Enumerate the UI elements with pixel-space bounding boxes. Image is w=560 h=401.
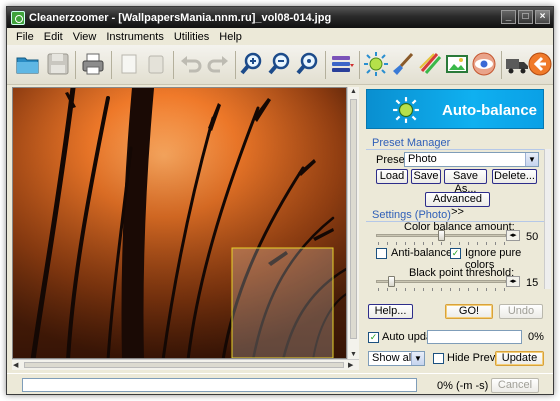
preset-manager-title: Preset Manager xyxy=(372,137,451,149)
eye-icon[interactable] xyxy=(471,51,497,77)
paste-icon[interactable] xyxy=(143,51,169,77)
slider-ticks xyxy=(378,242,506,245)
title-bar[interactable]: Cleanerzoomer - [WallpapersMania.nnm.ru]… xyxy=(7,7,553,28)
minimize-button[interactable]: _ xyxy=(501,10,516,24)
pens-icon[interactable] xyxy=(417,51,443,77)
scroll-left-icon[interactable]: ◀ xyxy=(13,361,18,369)
slider-ticks xyxy=(378,288,506,291)
settings-title: Settings (Photo) xyxy=(372,209,451,221)
menu-help[interactable]: Help xyxy=(214,31,247,43)
show-value: Show all xyxy=(372,352,414,364)
toolbar-separator xyxy=(501,51,502,79)
window-title: Cleanerzoomer - [WallpapersMania.nnm.ru]… xyxy=(29,11,332,24)
image-vertical-scrollbar[interactable]: ▲ ▼ xyxy=(347,87,359,359)
image-horizontal-scrollbar[interactable]: ◀ ▶ xyxy=(12,359,359,370)
menu-instruments[interactable]: Instruments xyxy=(101,31,168,43)
open-folder-icon[interactable] xyxy=(15,51,41,77)
cancel-button[interactable]: Cancel xyxy=(491,378,539,393)
horizontal-scroll-thumb[interactable] xyxy=(24,362,344,368)
picture-icon[interactable] xyxy=(444,51,470,77)
auto-update-progress xyxy=(427,330,522,344)
back-arrow-icon[interactable] xyxy=(527,51,553,77)
color-balance-spinner[interactable]: ◂▸ xyxy=(506,230,520,241)
update-button[interactable]: Update xyxy=(495,351,544,366)
load-button[interactable]: Load xyxy=(376,169,408,184)
delete-button[interactable]: Delete... xyxy=(492,169,537,184)
save-preset-button[interactable]: Save xyxy=(411,169,441,184)
status-progress-bar xyxy=(22,378,417,392)
hide-preview-checkbox[interactable] xyxy=(433,353,444,364)
black-point-value: 15 xyxy=(526,277,539,289)
auto-balance-icon xyxy=(393,97,419,123)
auto-update-checkbox[interactable]: ✓ xyxy=(368,332,379,343)
preset-dropdown[interactable]: Photo ▼ xyxy=(404,152,539,167)
color-balance-value: 50 xyxy=(526,231,539,243)
toolbar-separator xyxy=(75,51,76,79)
chevron-down-icon[interactable]: ▼ xyxy=(411,352,424,365)
scroll-down-icon[interactable]: ▼ xyxy=(350,351,357,358)
color-balance-slider-thumb[interactable] xyxy=(437,230,445,241)
color-balance-label: Color balance amount: xyxy=(404,221,515,233)
image-canvas[interactable] xyxy=(12,87,347,359)
print-icon[interactable] xyxy=(80,51,106,77)
toolbar xyxy=(7,45,553,85)
photo-preview xyxy=(13,88,346,358)
app-window: Cleanerzoomer - [WallpapersMania.nnm.ru]… xyxy=(6,6,554,395)
toolbar-separator xyxy=(235,51,236,79)
anti-balance-checkbox[interactable] xyxy=(376,248,387,259)
show-dropdown[interactable]: Show all ▼ xyxy=(368,351,425,366)
toolbar-separator xyxy=(325,51,326,79)
toolbar-separator xyxy=(359,51,360,79)
banner-title: Auto-balance xyxy=(442,102,538,119)
black-point-spinner[interactable]: ◂▸ xyxy=(506,276,520,287)
zoom-in-icon[interactable] xyxy=(239,51,265,77)
window-controls: _ □ × xyxy=(501,10,550,24)
save-icon[interactable] xyxy=(45,51,71,77)
advanced-button[interactable]: Advanced >> xyxy=(425,192,490,218)
save-as-button[interactable]: Save As... xyxy=(444,169,487,195)
app-logo-icon xyxy=(11,10,25,25)
zoom-out-icon[interactable] xyxy=(267,51,293,77)
ignore-pure-colors-checkbox[interactable]: ✓ xyxy=(450,248,461,259)
black-point-label: Black point threshold: xyxy=(409,267,515,279)
vertical-scroll-thumb[interactable] xyxy=(350,99,357,339)
status-bar: 0% (-m -s) Cancel xyxy=(7,373,553,394)
stack-icon[interactable] xyxy=(329,51,355,77)
brush-icon[interactable] xyxy=(390,51,416,77)
black-point-slider[interactable] xyxy=(376,280,506,283)
auto-balance-icon[interactable] xyxy=(363,51,389,77)
close-button[interactable]: × xyxy=(535,10,550,24)
menu-edit[interactable]: Edit xyxy=(39,31,68,43)
menu-file[interactable]: File xyxy=(11,31,39,43)
help-button[interactable]: Help... xyxy=(368,304,413,319)
section-divider xyxy=(366,149,544,150)
menu-utilities[interactable]: Utilities xyxy=(169,31,214,43)
anti-balance-label: Anti-balance xyxy=(391,247,453,259)
toolbar-separator xyxy=(173,51,174,79)
undo-icon[interactable] xyxy=(178,51,204,77)
maximize-button[interactable]: □ xyxy=(518,10,533,24)
auto-balance-banner: Auto-balance xyxy=(366,89,544,129)
copy-icon[interactable] xyxy=(116,51,142,77)
chevron-down-icon[interactable]: ▼ xyxy=(525,153,538,166)
auto-update-percent: 0% xyxy=(528,331,544,343)
go-button[interactable]: GO! xyxy=(445,304,493,319)
scroll-up-icon[interactable]: ▲ xyxy=(350,88,357,95)
menu-bar: File Edit View Instruments Utilities Hel… xyxy=(7,28,553,45)
redo-icon[interactable] xyxy=(205,51,231,77)
black-point-slider-thumb[interactable] xyxy=(388,276,396,287)
menu-view[interactable]: View xyxy=(68,31,102,43)
status-progress-text: 0% (-m -s) xyxy=(437,380,489,392)
settings-panel: Auto-balance Preset Manager Preset: Phot… xyxy=(362,87,552,371)
undo-button[interactable]: Undo xyxy=(499,304,543,319)
scroll-right-icon[interactable]: ▶ xyxy=(348,361,353,369)
toolbar-separator xyxy=(111,51,112,79)
preset-value: Photo xyxy=(408,153,437,165)
zoom-fit-icon[interactable] xyxy=(295,51,321,77)
